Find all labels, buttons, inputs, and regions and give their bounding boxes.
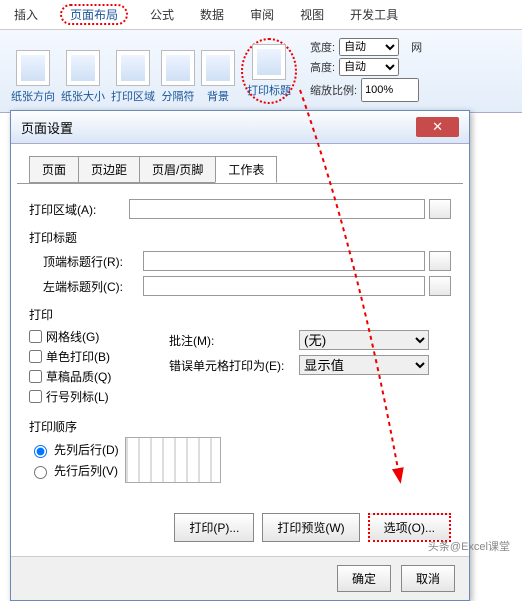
orientation-icon	[16, 50, 50, 86]
scale-input[interactable]	[361, 78, 419, 102]
top-row-picker[interactable]	[429, 251, 451, 271]
chk-rowcol[interactable]: 行号列标(L)	[29, 388, 169, 405]
tab-header-footer[interactable]: 页眉/页脚	[139, 156, 216, 183]
scale-label: 缩放比例:	[310, 82, 357, 98]
size-icon	[66, 50, 100, 86]
preview-button[interactable]: 打印预览(W)	[262, 513, 359, 542]
comments-select[interactable]: (无)	[299, 330, 429, 350]
ribbon-tabs: 插入 页面布局 公式 数据 审阅 视图 开发工具	[0, 0, 522, 30]
watermark: 头条@Excel课堂	[428, 538, 510, 554]
tab-data[interactable]: 数据	[196, 4, 228, 25]
background-icon	[201, 50, 235, 86]
gridlines-label: 网	[411, 39, 422, 55]
chk-mono[interactable]: 单色打印(B)	[29, 348, 169, 365]
errors-select[interactable]: 显示值	[299, 355, 429, 375]
tab-margins[interactable]: 页边距	[78, 156, 140, 183]
page-setup-dialog: 页面设置 ✕ 页面 页边距 页眉/页脚 工作表 打印区域(A): 打印标题 顶端…	[10, 110, 470, 601]
tab-sheet[interactable]: 工作表	[215, 156, 277, 183]
left-col-label: 左端标题列(C):	[43, 278, 143, 295]
print-titles-icon	[252, 44, 286, 80]
tab-page[interactable]: 页面	[29, 156, 79, 183]
width-select[interactable]: 自动	[339, 38, 399, 56]
print-section: 打印	[29, 306, 451, 323]
btn-orientation[interactable]: 纸张方向	[11, 50, 55, 104]
ok-button[interactable]: 确定	[337, 565, 391, 592]
scale-options: 宽度:自动网 高度:自动 缩放比例:	[310, 36, 422, 104]
tab-page-layout[interactable]: 页面布局	[60, 4, 128, 25]
tab-review[interactable]: 审阅	[246, 4, 278, 25]
close-button[interactable]: ✕	[416, 117, 459, 137]
breaks-icon	[161, 50, 195, 86]
print-area-icon	[116, 50, 150, 86]
cancel-button[interactable]: 取消	[401, 565, 455, 592]
left-col-picker[interactable]	[429, 276, 451, 296]
radio-over-down[interactable]: 先行后列(V)	[29, 462, 119, 479]
btn-size[interactable]: 纸张大小	[61, 50, 105, 104]
errors-label: 错误单元格打印为(E):	[169, 357, 299, 374]
print-button[interactable]: 打印(P)...	[174, 513, 254, 542]
btn-breaks[interactable]: 分隔符	[161, 50, 195, 104]
height-label: 高度:	[310, 59, 335, 75]
tab-view[interactable]: 视图	[296, 4, 328, 25]
btn-print-area[interactable]: 打印区域	[111, 50, 155, 104]
comments-label: 批注(M):	[169, 332, 299, 349]
width-label: 宽度:	[310, 39, 335, 55]
print-area-input[interactable]	[129, 199, 425, 219]
chk-gridlines[interactable]: 网格线(G)	[29, 328, 169, 345]
top-row-input[interactable]	[143, 251, 425, 271]
dialog-tabs: 页面 页边距 页眉/页脚 工作表	[29, 156, 469, 183]
height-select[interactable]: 自动	[339, 58, 399, 76]
tab-developer[interactable]: 开发工具	[346, 4, 402, 25]
dialog-body: 打印区域(A): 打印标题 顶端标题行(R): 左端标题列(C): 打印 网格线…	[17, 183, 463, 556]
tab-insert[interactable]: 插入	[10, 4, 42, 25]
btn-print-titles[interactable]: 打印标题	[241, 38, 297, 104]
top-row-label: 顶端标题行(R):	[43, 253, 143, 270]
dialog-titlebar: 页面设置 ✕	[11, 111, 469, 144]
toolbar: 纸张方向 纸张大小 打印区域 分隔符 背景 打印标题 宽度:自动网 高度:自动 …	[0, 30, 522, 113]
print-area-label: 打印区域(A):	[29, 201, 129, 218]
print-area-picker[interactable]	[429, 199, 451, 219]
dialog-title: 页面设置	[21, 118, 73, 137]
btn-background[interactable]: 背景	[201, 50, 235, 104]
print-title-section: 打印标题	[29, 229, 451, 246]
order-preview-icon	[125, 437, 221, 483]
radio-down-over[interactable]: 先列后行(D)	[29, 441, 119, 458]
left-col-input[interactable]	[143, 276, 425, 296]
order-section: 打印顺序	[29, 418, 451, 435]
chk-draft[interactable]: 草稿品质(Q)	[29, 368, 169, 385]
tab-formulas[interactable]: 公式	[146, 4, 178, 25]
